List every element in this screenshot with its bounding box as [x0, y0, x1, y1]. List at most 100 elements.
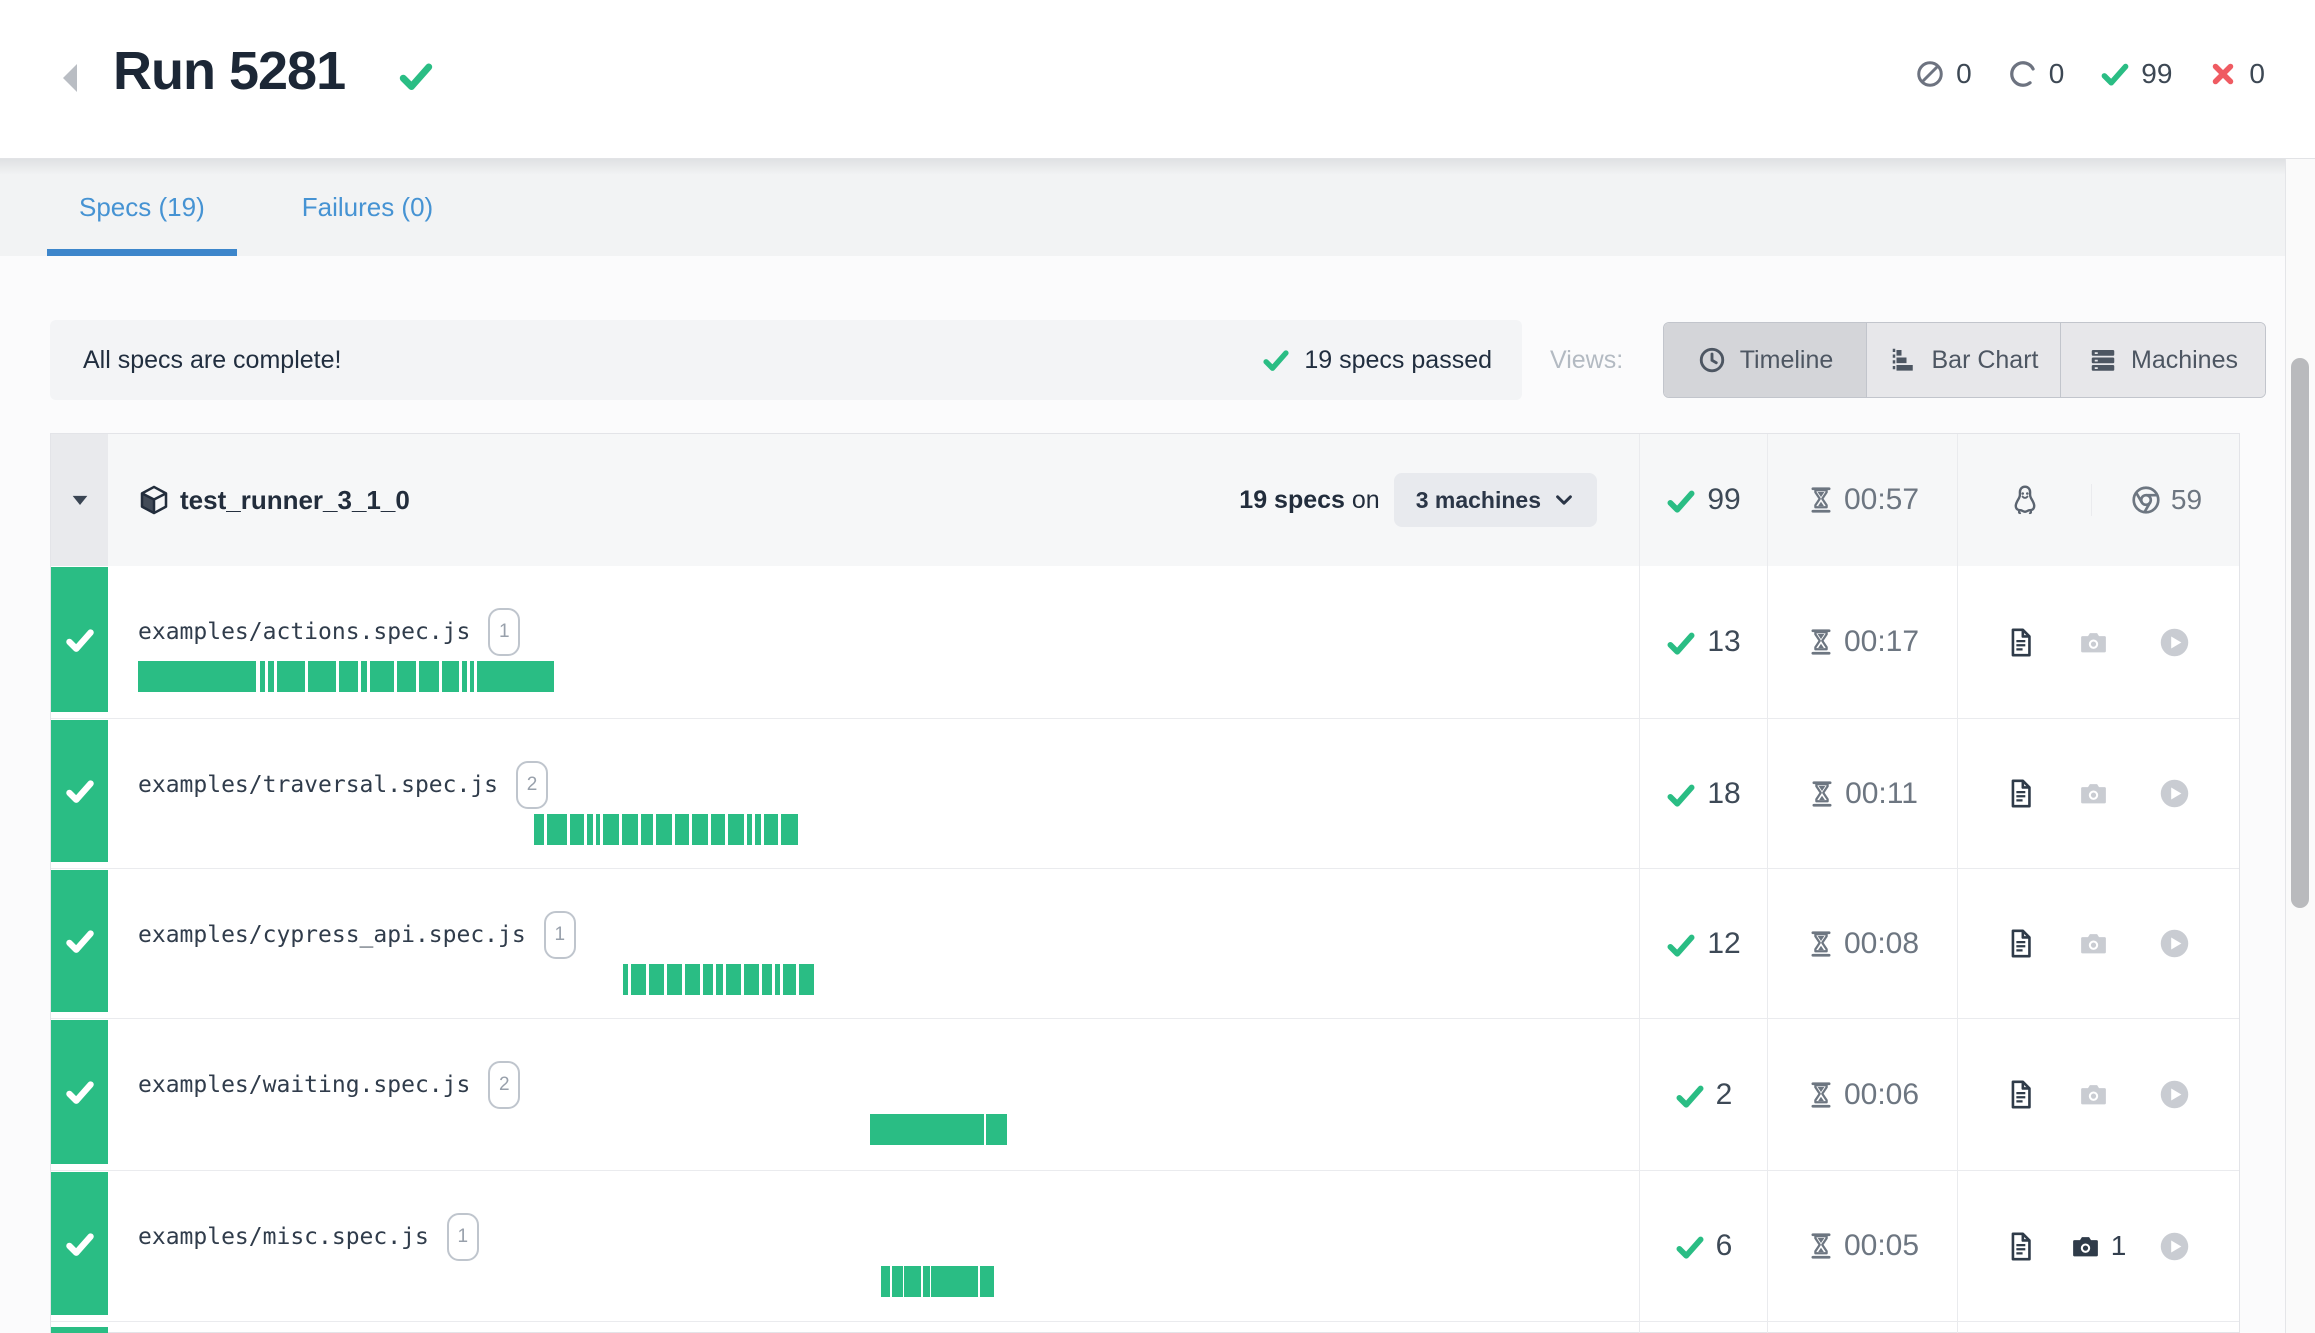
spec-passed-count: 13	[1707, 625, 1740, 659]
spec-passed-count: 18	[1707, 777, 1740, 811]
spec-passed-count: 6	[1716, 1229, 1733, 1263]
stdout-document-icon[interactable]	[2004, 626, 2037, 659]
timeline-segment	[603, 814, 619, 845]
timeline-segment	[892, 1266, 903, 1297]
group-name: test_runner_3_1_0	[180, 485, 410, 516]
run-stats: 0 0 99 0	[1915, 58, 2265, 90]
timeline-segment	[268, 661, 274, 692]
hourglass-icon	[1807, 779, 1837, 809]
timeline-segment	[764, 814, 778, 845]
check-icon	[65, 1077, 95, 1107]
spec-row[interactable]: examples/waiting.spec.js 2 2 00:06	[51, 1018, 2239, 1170]
stdout-document-icon[interactable]	[2004, 1078, 2037, 1111]
spec-row[interactable]: examples/misc.spec.js 1 6 00:05 1	[51, 1170, 2239, 1321]
play-video-icon	[2158, 626, 2191, 659]
package-icon	[138, 484, 170, 516]
spec-row[interactable]: examples/cypress_api.spec.js 1 12 00:08	[51, 868, 2239, 1018]
spec-main-cell: examples/cypress_api.spec.js 1	[108, 869, 1639, 1018]
header: Run 5281 0 0 99	[0, 0, 2315, 159]
check-icon	[65, 625, 95, 655]
stdout-document-icon[interactable]	[2004, 1230, 2037, 1263]
timeline-segment	[775, 964, 780, 995]
timeline-segment	[339, 661, 358, 692]
machine-badge: 2	[488, 1061, 520, 1109]
spec-duration: 00:06	[1844, 1078, 1919, 1112]
spec-passed-cell: 6	[1639, 1171, 1767, 1321]
spec-artifacts-cell: 1	[1957, 1171, 2239, 1321]
back-button[interactable]	[56, 60, 84, 96]
machines-view-button[interactable]: Machines	[2060, 323, 2265, 397]
group-os-cell	[1958, 434, 2091, 566]
machines-icon	[2088, 345, 2118, 375]
spec-name: examples/waiting.spec.js	[138, 1072, 470, 1098]
check-icon	[1262, 346, 1290, 374]
spec-title: examples/misc.spec.js 1	[138, 1209, 479, 1265]
timeline-segment	[923, 1266, 930, 1297]
view-switcher: Timeline Bar Chart Machines	[1663, 322, 2266, 398]
check-icon	[65, 926, 95, 956]
tab-failures[interactable]: Failures (0)	[270, 159, 465, 256]
group-spec-count-suffix: on	[1345, 486, 1380, 514]
timeline-segment	[138, 661, 256, 692]
spec-artifacts-cell	[1957, 869, 2239, 1018]
spec-duration: 00:17	[1844, 625, 1919, 659]
spec-artifacts-cell	[1957, 566, 2239, 718]
timeline-segment	[547, 814, 567, 845]
table-row	[51, 1321, 2239, 1333]
spec-status-cell	[51, 1019, 108, 1170]
stat-skipped-value: 0	[1956, 58, 1972, 90]
bar-chart-view-button[interactable]: Bar Chart	[1866, 323, 2060, 397]
timeline-segment	[747, 814, 752, 845]
timeline-segment	[667, 964, 682, 995]
machines-dropdown-label: 3 machines	[1416, 487, 1541, 514]
chevron-left-icon	[57, 62, 83, 94]
machines-dropdown[interactable]: 3 machines	[1394, 473, 1597, 527]
stat-passed-value: 99	[2141, 58, 2172, 90]
spec-duration-cell: 00:17	[1767, 566, 1957, 718]
hourglass-icon	[1806, 627, 1836, 657]
stat-passed: 99	[2100, 58, 2172, 90]
pending-icon	[2008, 59, 2038, 89]
check-icon	[1666, 628, 1694, 656]
group-collapse-toggle[interactable]	[51, 434, 108, 566]
play-video-icon	[2158, 1230, 2191, 1263]
timeline-segment	[596, 814, 600, 845]
spec-name: examples/misc.spec.js	[138, 1224, 429, 1250]
group-env-cell: 59	[1957, 434, 2239, 566]
stdout-document-icon[interactable]	[2004, 777, 2037, 810]
spec-passed-count: 12	[1707, 927, 1740, 961]
timeline-segment	[692, 814, 708, 845]
spec-name: examples/actions.spec.js	[138, 619, 470, 645]
timeline-segment	[308, 661, 336, 692]
timeline-segment	[781, 814, 798, 845]
timeline-segment	[931, 1266, 978, 1297]
timeline-segment	[728, 814, 744, 845]
group-duration: 00:57	[1844, 483, 1919, 517]
timeline-segment	[470, 661, 474, 692]
passed-status-fill	[51, 1020, 108, 1164]
linux-icon	[2008, 483, 2042, 517]
spec-row[interactable]: examples/traversal.spec.js 2 18 00:11	[51, 718, 2239, 868]
passed-status-fill	[51, 567, 108, 712]
spec-passed-count: 2	[1716, 1078, 1733, 1112]
tab-specs[interactable]: Specs (19)	[47, 159, 237, 256]
stdout-document-icon[interactable]	[2004, 927, 2037, 960]
spec-title: examples/cypress_api.spec.js 1	[138, 907, 576, 963]
cross-icon	[2208, 59, 2238, 89]
scrollbar-thumb[interactable]	[2291, 358, 2309, 908]
spec-status-cell	[51, 869, 108, 1018]
spec-status-cell	[51, 719, 108, 868]
timeline-segment	[641, 814, 653, 845]
spec-title: examples/waiting.spec.js 2	[138, 1057, 520, 1113]
timeline-segment	[419, 661, 439, 692]
timeline-segment	[703, 964, 713, 995]
timeline-view-button[interactable]: Timeline	[1664, 323, 1866, 397]
spec-row[interactable]: examples/actions.spec.js 1 13 00:17	[51, 566, 2239, 718]
camera-icon[interactable]	[2069, 1230, 2102, 1263]
timeline-segment	[570, 814, 584, 845]
timeline-segment	[534, 814, 544, 845]
timeline-segment	[726, 964, 741, 995]
stat-failed-value: 0	[2249, 58, 2265, 90]
group-header-row: test_runner_3_1_0 19 specs on 3 machines	[51, 434, 2239, 566]
timeline-segment	[623, 964, 628, 995]
